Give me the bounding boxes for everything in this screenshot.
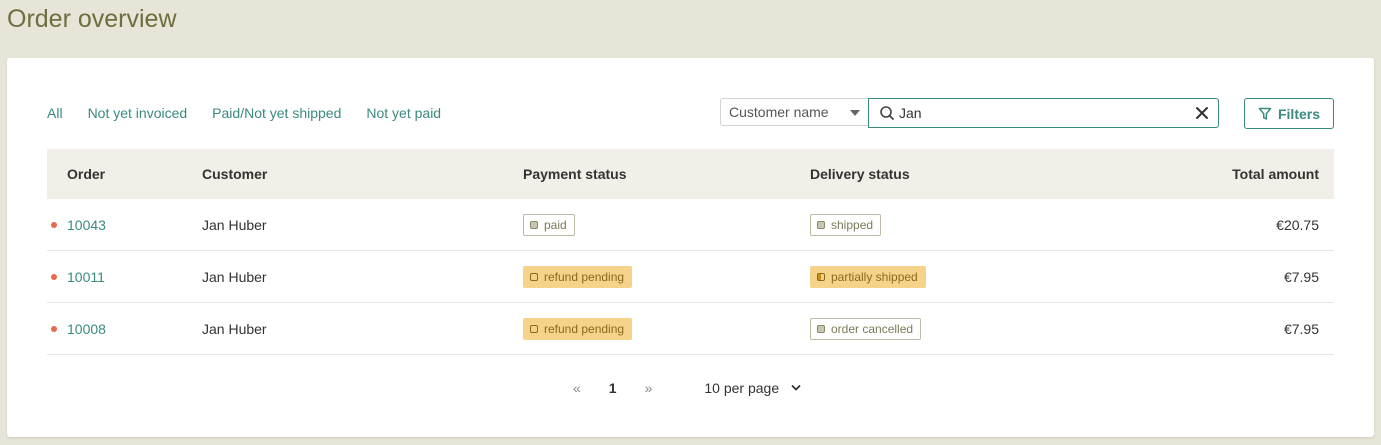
table-row[interactable]: 10043 Jan Huber paid shipped €20.75 <box>47 199 1334 251</box>
tab-not-yet-invoiced[interactable]: Not yet invoiced <box>88 105 188 121</box>
tab-all[interactable]: All <box>47 105 63 121</box>
payment-status-label: refund pending <box>544 321 625 336</box>
orders-table: Order Customer Payment status Delivery s… <box>47 149 1334 355</box>
filters-button-label: Filters <box>1277 105 1320 122</box>
customer-name: Jan Huber <box>202 268 267 285</box>
header-order: Order <box>67 166 106 182</box>
delivery-status-badge: partially shipped <box>810 265 926 288</box>
total-amount: €7.95 <box>1283 320 1319 337</box>
header-delivery-status: Delivery status <box>810 166 910 182</box>
delivery-status-label: shipped <box>831 217 874 232</box>
header-customer: Customer <box>202 166 268 182</box>
delivery-status-badge: shipped <box>810 213 882 236</box>
total-amount: €7.95 <box>1283 268 1319 285</box>
table-header: Order Customer Payment status Delivery s… <box>47 149 1334 199</box>
page-title: Order overview <box>7 5 177 33</box>
pagination-next[interactable]: » <box>645 380 653 396</box>
header-total-amount: Total amount <box>1232 166 1319 182</box>
pagination-prev[interactable]: « <box>573 380 581 396</box>
search-box <box>868 98 1219 128</box>
order-link[interactable]: 10011 <box>67 269 105 285</box>
delivery-status-label: partially shipped <box>831 269 918 284</box>
funnel-icon <box>1258 107 1272 120</box>
caret-down-icon <box>850 110 860 116</box>
search-field-select[interactable]: Customer name <box>720 98 868 126</box>
customer-name: Jan Huber <box>202 216 267 233</box>
pagination: « 1 » 10 per page <box>573 380 801 396</box>
search-icon <box>877 103 897 123</box>
payment-status-badge: refund pending <box>523 265 633 288</box>
unread-dot-icon <box>51 326 57 332</box>
orders-card: All Not yet invoiced Paid/Not yet shippe… <box>7 58 1374 437</box>
status-square-icon <box>530 220 538 229</box>
half-square-icon <box>817 272 825 281</box>
status-square-icon <box>817 220 825 229</box>
per-page-label: 10 per page <box>704 380 780 396</box>
chevron-down-icon <box>791 385 801 391</box>
payment-status-label: refund pending <box>544 269 625 284</box>
search-field-select-value: Customer name <box>729 104 829 120</box>
status-square-icon <box>530 324 538 333</box>
tab-not-yet-paid[interactable]: Not yet paid <box>366 105 441 121</box>
tab-paid-not-yet-shipped[interactable]: Paid/Not yet shipped <box>212 105 341 121</box>
header-payment-status: Payment status <box>523 166 627 182</box>
payment-status-badge: refund pending <box>523 317 633 340</box>
unread-dot-icon <box>51 274 57 280</box>
per-page-select[interactable]: 10 per page <box>704 380 801 396</box>
unread-dot-icon <box>51 222 57 228</box>
pagination-current-page[interactable]: 1 <box>609 380 617 396</box>
order-link[interactable]: 10043 <box>67 217 106 233</box>
delivery-status-badge: order cancelled <box>810 317 922 340</box>
close-icon[interactable] <box>1194 105 1210 121</box>
payment-status-label: paid <box>544 217 567 232</box>
total-amount: €20.75 <box>1276 216 1319 233</box>
status-square-icon <box>817 324 825 333</box>
order-link[interactable]: 10008 <box>67 321 106 337</box>
customer-name: Jan Huber <box>202 320 267 337</box>
payment-status-badge: paid <box>523 213 575 236</box>
table-row[interactable]: 10008 Jan Huber refund pending order can… <box>47 303 1334 355</box>
search-input[interactable] <box>899 105 1189 121</box>
delivery-status-label: order cancelled <box>831 321 914 336</box>
table-row[interactable]: 10011 Jan Huber refund pending partially… <box>47 251 1334 303</box>
filters-button[interactable]: Filters <box>1244 98 1334 129</box>
filter-tabs: All Not yet invoiced Paid/Not yet shippe… <box>47 105 466 121</box>
status-square-icon <box>530 272 538 281</box>
